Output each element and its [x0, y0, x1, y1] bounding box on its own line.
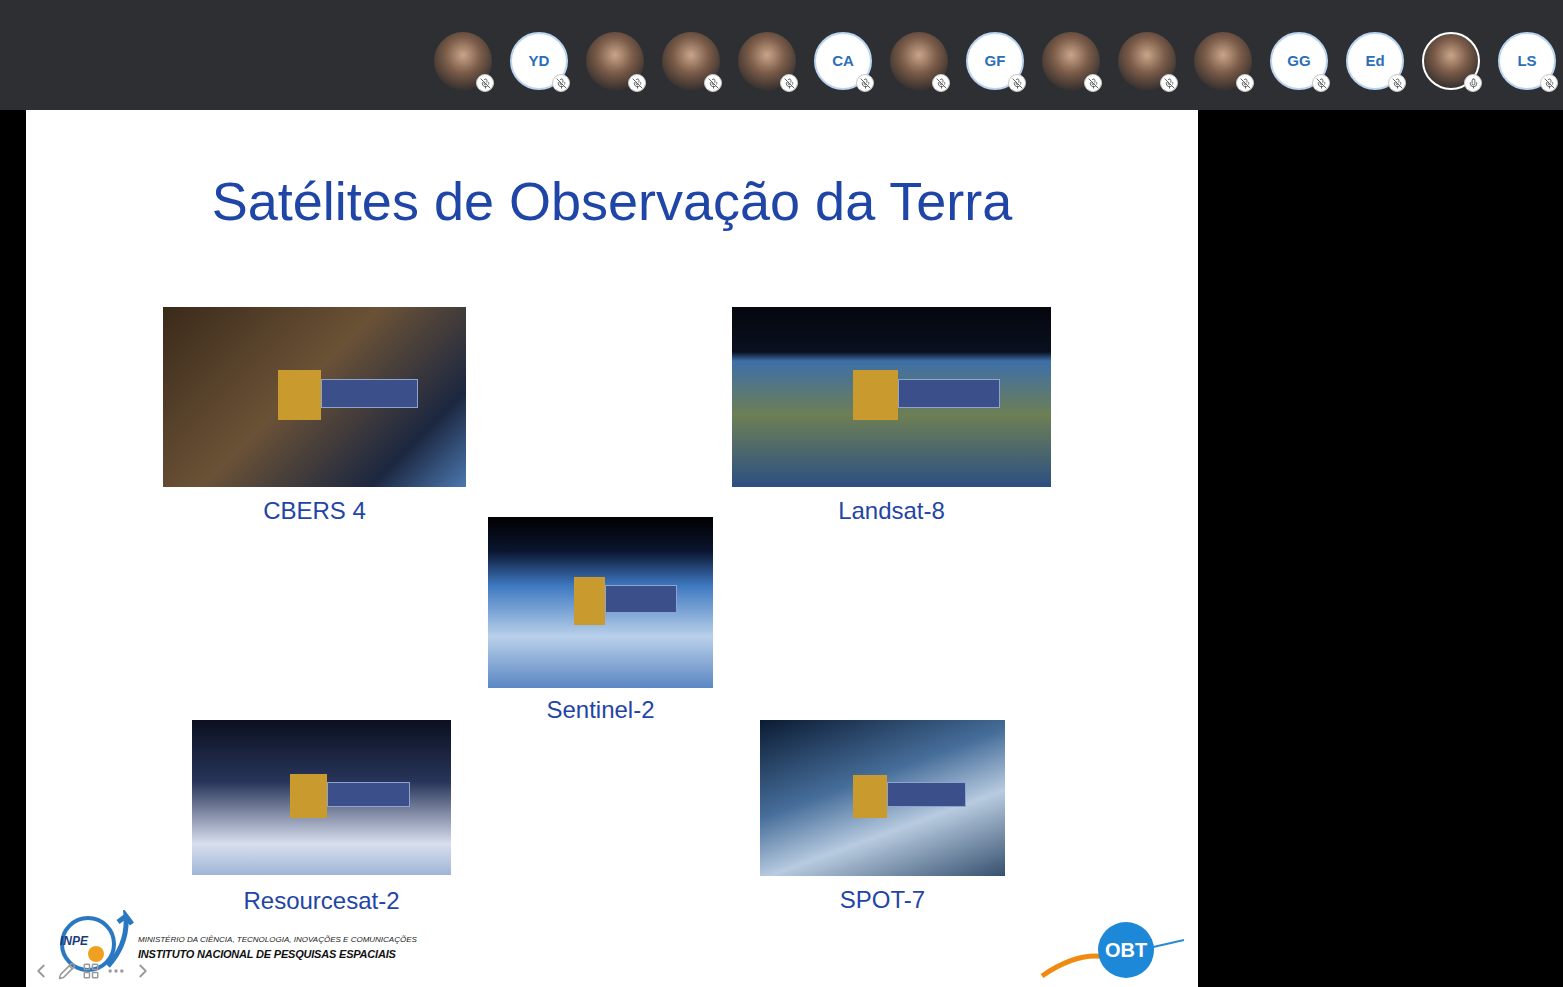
mic-muted-icon	[1164, 78, 1175, 89]
mic-muted-icon	[1316, 78, 1327, 89]
meeting-window: YD CA GF GG Ed LS Satélites de Observação da T…	[0, 0, 1563, 987]
mic-muted-icon	[1392, 78, 1403, 89]
satellite-photo	[732, 307, 1051, 487]
participant-avatar[interactable]	[1422, 32, 1480, 90]
participant-avatar[interactable]: Ed	[1346, 32, 1404, 90]
participant-avatar[interactable]	[890, 32, 948, 90]
satellite-photo	[163, 307, 466, 487]
satellite-label: Sentinel-2	[546, 696, 654, 725]
participant-avatar[interactable]: LS	[1498, 32, 1556, 90]
satellite-card: Landsat-8	[732, 307, 1051, 526]
satellite-card: SPOT-7	[760, 720, 1005, 915]
participant-avatar[interactable]	[1042, 32, 1100, 90]
slide-title: Satélites de Observação da Terra	[26, 170, 1198, 232]
obt-logo: OBT	[1040, 920, 1186, 980]
mic-muted-icon	[632, 78, 643, 89]
slide-nav	[30, 960, 154, 982]
participant-avatar[interactable]: GG	[1270, 32, 1328, 90]
satellite-card: Resourcesat-2	[192, 720, 451, 916]
inpe-logo: INPE	[48, 910, 134, 974]
satellite-photo	[488, 517, 713, 688]
mic-muted-icon	[1088, 78, 1099, 89]
mic-muted-icon	[1012, 78, 1023, 89]
next-slide-icon[interactable]	[132, 960, 154, 982]
mic-muted-icon	[1544, 78, 1555, 89]
participant-avatar[interactable]	[1194, 32, 1252, 90]
mic-muted-icon	[1240, 78, 1251, 89]
satellite-card: Sentinel-2	[488, 517, 713, 725]
previous-slide-icon[interactable]	[30, 960, 52, 982]
mic-muted-icon	[784, 78, 795, 89]
participant-avatar[interactable]	[662, 32, 720, 90]
participant-avatar[interactable]: GF	[966, 32, 1024, 90]
mic-muted-icon	[480, 78, 491, 89]
participant-avatar[interactable]: YD	[510, 32, 568, 90]
participant-avatar[interactable]	[434, 32, 492, 90]
participant-avatar[interactable]: CA	[814, 32, 872, 90]
mic-muted-icon	[936, 78, 947, 89]
institute-text: INSTITUTO NACIONAL DE PESQUISAS ESPACIAI…	[138, 946, 417, 963]
ministry-text: MINISTÉRIO DA CIÊNCIA, TECNOLOGIA, INOVA…	[138, 934, 417, 946]
participant-avatar[interactable]	[738, 32, 796, 90]
slides-icon[interactable]	[82, 962, 100, 980]
mic-muted-icon	[708, 78, 719, 89]
satellite-label: SPOT-7	[840, 886, 925, 915]
satellite-card: CBERS 4	[163, 307, 466, 526]
satellite-photo	[192, 720, 451, 875]
mic-muted-icon	[860, 78, 871, 89]
satellite-label: Landsat-8	[838, 497, 945, 526]
participant-avatar[interactable]	[1118, 32, 1176, 90]
satellite-label: Resourcesat-2	[243, 887, 399, 916]
stage: Satélites de Observação da Terra CBERS 4 L…	[0, 110, 1563, 987]
shared-slide: Satélites de Observação da Terra CBERS 4 L…	[26, 110, 1198, 987]
satellite-photo	[760, 720, 1005, 876]
participants-bar: YD CA GF GG Ed LS	[0, 0, 1563, 110]
pen-icon[interactable]	[58, 962, 76, 980]
participant-avatar[interactable]	[586, 32, 644, 90]
inpe-footer: INPE MINISTÉRIO DA CIÊNCIA, TECNOLOGIA, I…	[48, 910, 417, 974]
satellite-label: CBERS 4	[263, 497, 366, 526]
mic-on-icon	[1468, 78, 1479, 89]
mic-muted-icon	[556, 78, 567, 89]
more-icon[interactable]	[106, 961, 126, 981]
